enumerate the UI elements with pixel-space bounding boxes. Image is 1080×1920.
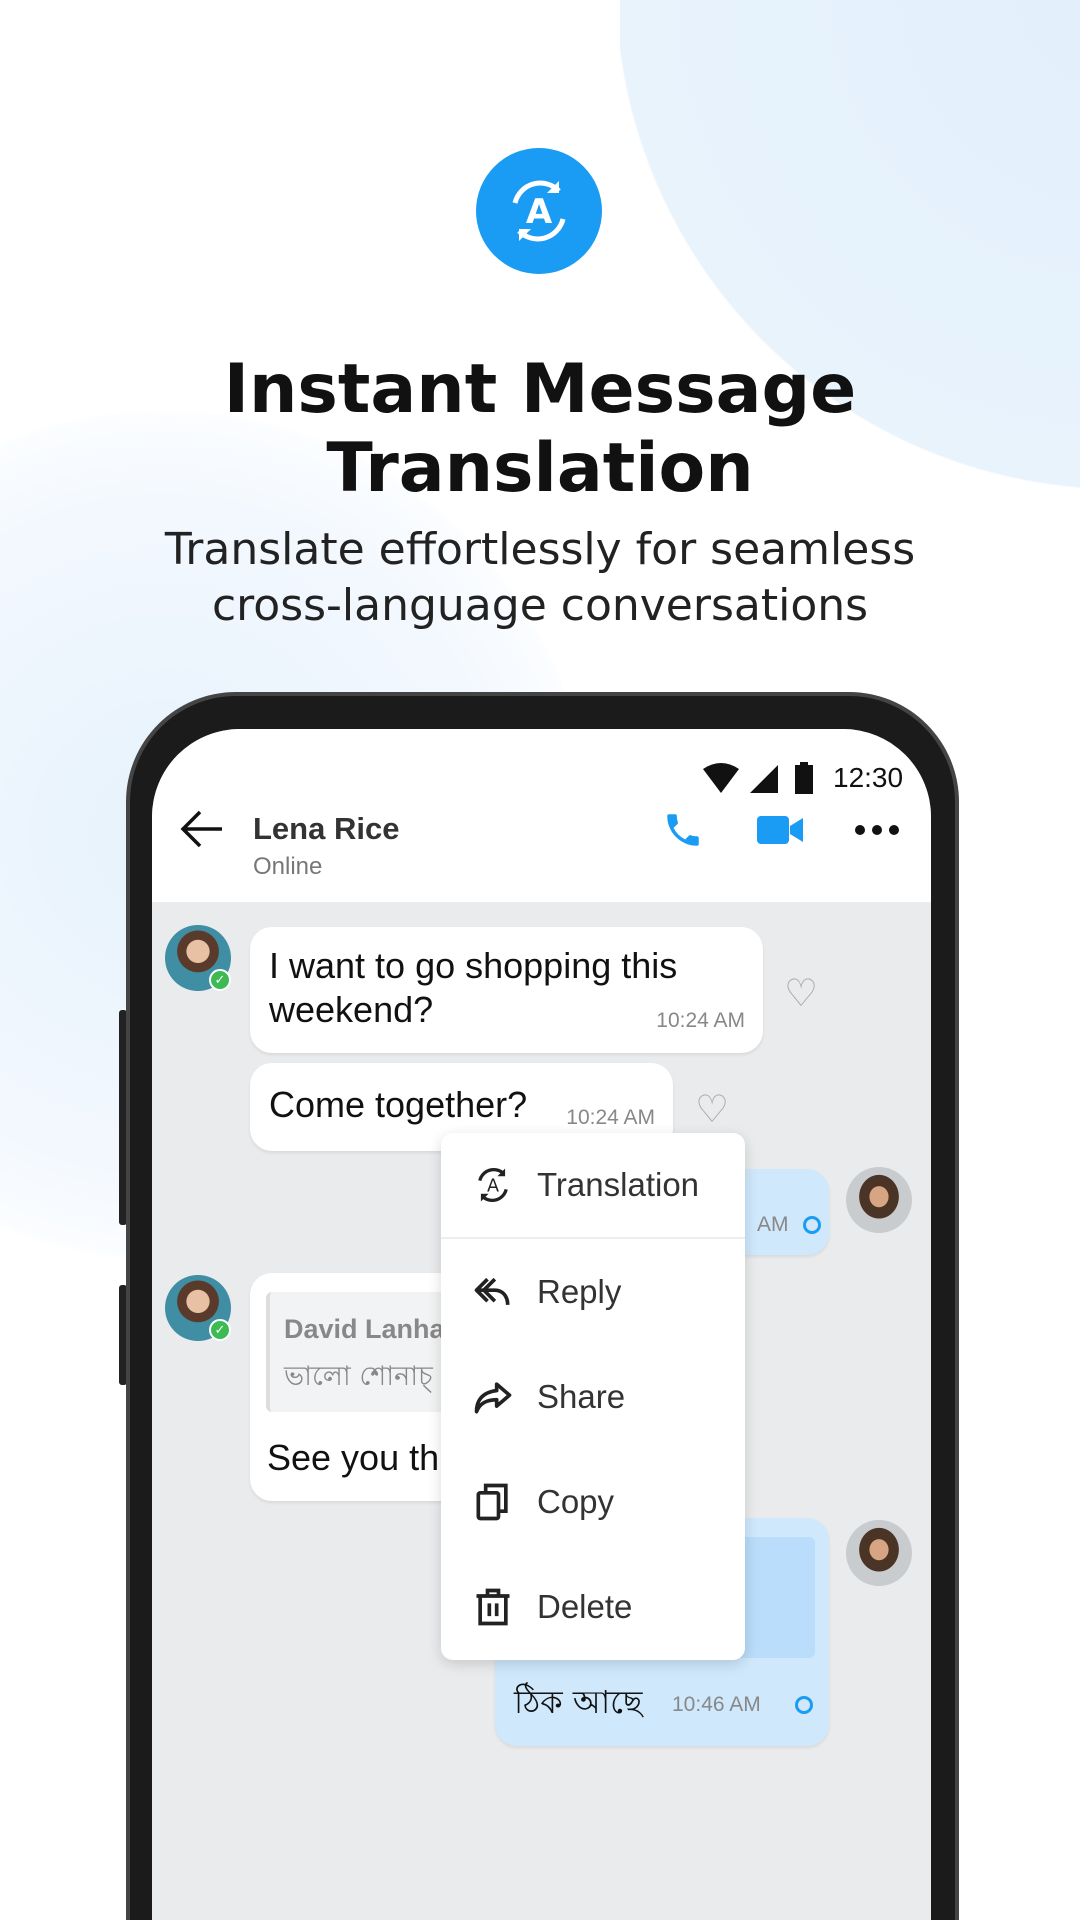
message-time: 10:24 AM (566, 1106, 655, 1129)
menu-item-translation[interactable]: A Translation (441, 1145, 745, 1225)
quote-text: ভালো শোনাচ্ (284, 1361, 433, 1392)
context-menu: A Translation Reply Share Copy Delete (441, 1133, 745, 1660)
sent-status-icon (795, 1696, 813, 1714)
phone-icon[interactable] (662, 809, 704, 851)
message-text: I want to go shopping this (269, 945, 678, 986)
menu-item-delete[interactable]: Delete (441, 1567, 745, 1647)
battery-icon (795, 762, 813, 794)
video-icon[interactable] (757, 814, 803, 846)
translate-icon: A (476, 148, 602, 274)
avatar[interactable] (846, 1167, 912, 1233)
menu-label: Share (537, 1378, 626, 1415)
title-line: Instant Message (223, 350, 857, 429)
chat-header: 12:30 Lena Rice Online (152, 729, 931, 902)
menu-label: Delete (537, 1588, 633, 1625)
message-text: Come together? (269, 1084, 528, 1125)
sent-status-icon (803, 1216, 821, 1234)
message-text: weekend? (269, 989, 434, 1030)
signal-icon (750, 765, 778, 793)
menu-item-reply[interactable]: Reply (441, 1252, 745, 1332)
trash-icon (476, 1588, 510, 1626)
subtitle-line: cross-language conversations (211, 580, 869, 631)
svg-text:A: A (487, 1177, 499, 1197)
message-time: AM (757, 1213, 789, 1236)
contact-name: Lena Rice (253, 811, 400, 846)
message-text: ঠিক আছে (514, 1683, 643, 1721)
menu-item-share[interactable]: Share (441, 1357, 745, 1437)
wifi-icon (703, 763, 739, 793)
status-time: 12:30 (833, 762, 904, 793)
message-time: 10:24 AM (656, 1009, 745, 1032)
message-bubble[interactable]: I want to go shopping this weekend? 10:2… (250, 927, 763, 1053)
svg-text:A: A (526, 192, 553, 232)
subtitle: Translate effortlessly for seamless cross… (0, 522, 1080, 634)
divider (441, 1237, 745, 1239)
subtitle-line: Translate effortlessly for seamless (164, 524, 916, 575)
online-check-icon: ✓ (209, 1319, 231, 1341)
phone-screen: 12:30 Lena Rice Online ✓ I want to go sh… (152, 729, 931, 1920)
message-text: See you th (267, 1437, 440, 1478)
menu-label: Translation (537, 1166, 700, 1203)
quote-author: David Lanha (284, 1314, 445, 1344)
menu-label: Copy (537, 1483, 615, 1520)
title-line: Translation (326, 429, 754, 508)
translate-icon: A (478, 1167, 508, 1203)
reply-icon (474, 1277, 510, 1305)
copy-icon (476, 1483, 508, 1521)
contact-status: Online (253, 853, 323, 880)
share-icon (474, 1382, 512, 1414)
heart-icon[interactable]: ♡ (784, 971, 818, 1016)
online-check-icon: ✓ (209, 969, 231, 991)
page-title: Instant Message Translation (0, 350, 1080, 508)
menu-item-copy[interactable]: Copy (441, 1462, 745, 1542)
more-icon[interactable] (854, 824, 900, 836)
message-time: 10:46 AM (672, 1693, 761, 1716)
back-arrow-icon[interactable] (180, 809, 224, 849)
heart-icon[interactable]: ♡ (695, 1087, 729, 1132)
avatar[interactable] (846, 1520, 912, 1586)
menu-label: Reply (537, 1273, 622, 1310)
